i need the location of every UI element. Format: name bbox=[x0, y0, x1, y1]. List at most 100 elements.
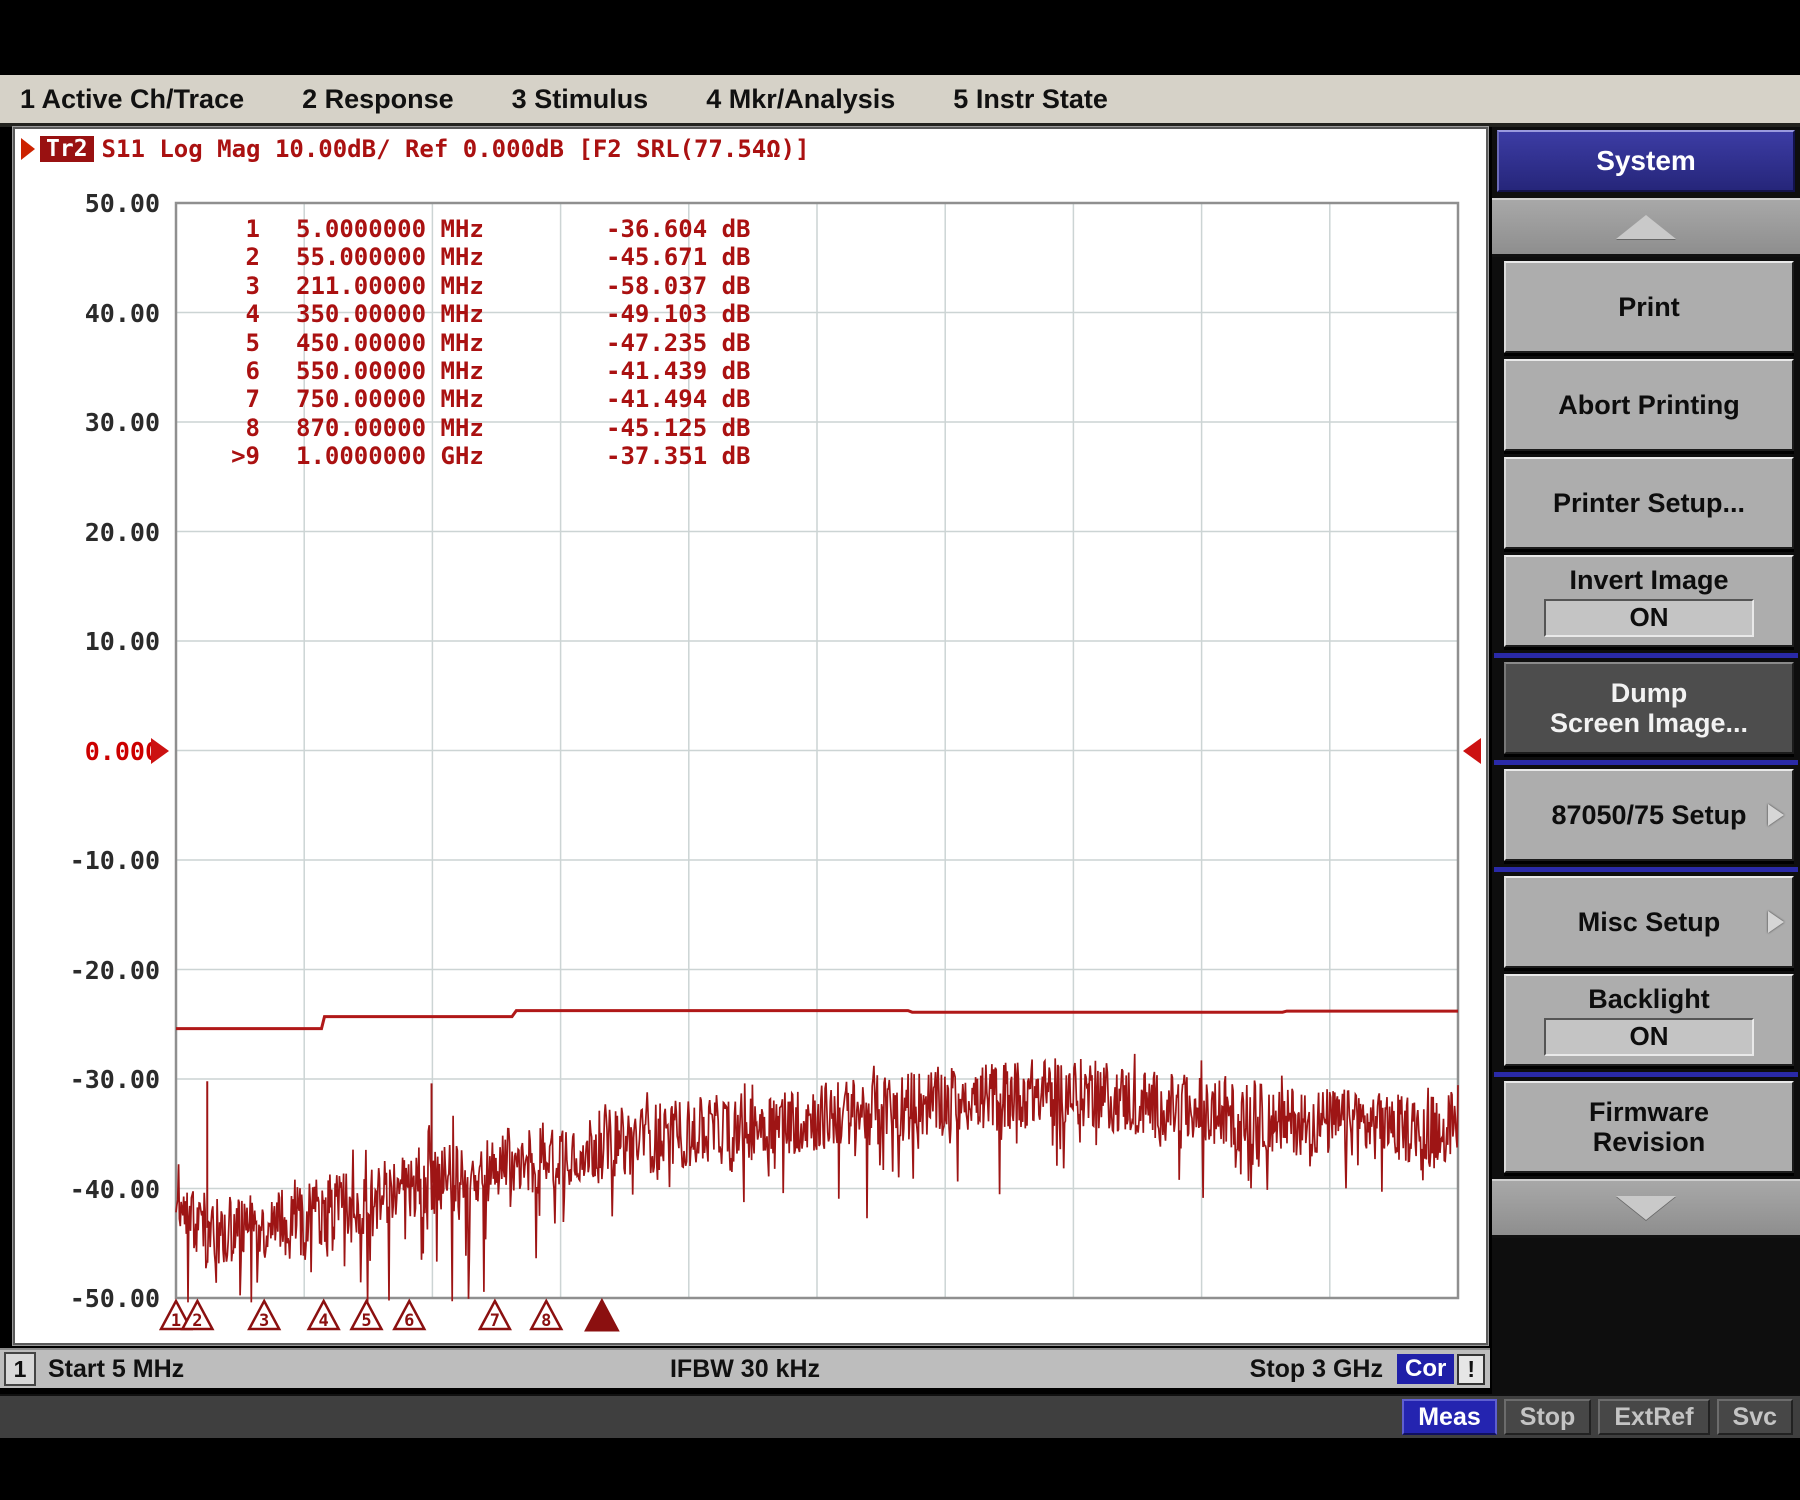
svg-text:7: 7 bbox=[490, 1311, 500, 1331]
marker-frequency: 1.0000000 GHz bbox=[296, 442, 606, 470]
status-badge-svc: Svc bbox=[1717, 1399, 1793, 1435]
marker-frequency: 870.00000 MHz bbox=[296, 414, 606, 442]
marker-number: >9 bbox=[200, 442, 260, 470]
marker-number: 1 bbox=[200, 215, 260, 243]
menubar-item-5-instr-state[interactable]: 5 Instr State bbox=[953, 84, 1108, 115]
marker-frequency: 55.000000 MHz bbox=[296, 243, 606, 271]
warning-badge: ! bbox=[1457, 1354, 1485, 1385]
softkey-label: 87050/75 Setup bbox=[1551, 800, 1746, 830]
marker-number: 5 bbox=[200, 329, 260, 357]
marker-row: 5 450.00000 MHz-47.235 dB bbox=[200, 329, 751, 357]
status-badge-extref: ExtRef bbox=[1598, 1399, 1709, 1435]
softkey-label: Invert Image bbox=[1569, 565, 1728, 595]
y-axis-label-10-00: 10.00 bbox=[20, 627, 160, 656]
submenu-arrow-icon bbox=[1768, 911, 1784, 933]
y-axis-label-20-00: 20.00 bbox=[20, 518, 160, 547]
status-badge-meas: Meas bbox=[1402, 1399, 1497, 1435]
y-axis-label-10-00: -10.00 bbox=[20, 846, 160, 875]
correction-status-badge: Cor bbox=[1397, 1354, 1454, 1384]
softkey-label: Dump bbox=[1611, 678, 1688, 708]
blue-separator bbox=[1494, 867, 1798, 872]
scroll-down-button[interactable] bbox=[1492, 1179, 1800, 1238]
marker-row: 3 211.00000 MHz-58.037 dB bbox=[200, 272, 751, 300]
softkey-abort-printing[interactable]: Abort Printing bbox=[1504, 359, 1794, 451]
svg-text:2: 2 bbox=[192, 1311, 202, 1331]
marker-frequency: 350.00000 MHz bbox=[296, 300, 606, 328]
marker-frequency: 5.0000000 MHz bbox=[296, 215, 606, 243]
y-axis-label-30-00: -30.00 bbox=[20, 1065, 160, 1094]
instrument-screen: 1 Active Ch/Trace 2 Response 3 Stimulus 4 M… bbox=[0, 0, 1800, 1500]
measurement-window: Tr2 S11 Log Mag 10.00dB/ Ref 0.000dB [F2… bbox=[13, 127, 1488, 1345]
marker-frequency: 211.00000 MHz bbox=[296, 272, 606, 300]
marker-value: -45.671 dB bbox=[606, 243, 751, 271]
menubar-item-3-stimulus[interactable]: 3 Stimulus bbox=[512, 84, 649, 115]
softkey-label: Misc Setup bbox=[1578, 907, 1721, 937]
softkey-firmware-revision[interactable]: FirmwareRevision bbox=[1504, 1081, 1794, 1173]
menubar-item-4-mkr-analysis[interactable]: 4 Mkr/Analysis bbox=[706, 84, 895, 115]
marker-row: 4350.00000 MHz-49.103 dB bbox=[200, 300, 751, 328]
submenu-arrow-icon bbox=[1768, 804, 1784, 826]
marker-value: -37.351 dB bbox=[606, 442, 751, 470]
marker-row: 8 870.00000 MHz-45.125 dB bbox=[200, 414, 751, 442]
arrow-down-icon bbox=[1616, 1196, 1676, 1220]
trace-badge[interactable]: Tr2 bbox=[40, 136, 94, 162]
svg-text:1: 1 bbox=[171, 1311, 181, 1331]
y-axis-label-20-00: -20.00 bbox=[20, 956, 160, 985]
marker-value: -45.125 dB bbox=[606, 414, 751, 442]
marker-row: 1 5.0000000 MHz-36.604 dB bbox=[200, 215, 751, 243]
active-trace-arrow-icon bbox=[21, 138, 35, 160]
softkey-panel: System Print Abort Printing Printer Setup.… bbox=[1492, 127, 1800, 1394]
softkey-87050-75-setup[interactable]: 87050/75 Setup bbox=[1504, 769, 1794, 861]
y-axis-label-40-00: -40.00 bbox=[20, 1175, 160, 1204]
blue-separator bbox=[1494, 653, 1798, 658]
softkey-state-invert-image: ON bbox=[1544, 599, 1754, 637]
marker-value: -41.439 dB bbox=[606, 357, 751, 385]
svg-text:8: 8 bbox=[541, 1311, 551, 1331]
marker-number: 7 bbox=[200, 385, 260, 413]
marker-value: -36.604 dB bbox=[606, 215, 751, 243]
trace-header-text: S11 Log Mag 10.00dB/ Ref 0.000dB [F2 SRL… bbox=[102, 135, 810, 163]
marker-number: 8 bbox=[200, 414, 260, 442]
softkey-backlight[interactable]: BacklightON bbox=[1504, 974, 1794, 1066]
scroll-up-button[interactable] bbox=[1492, 198, 1800, 257]
y-axis-label-30-00: 30.00 bbox=[20, 408, 160, 437]
blue-separator bbox=[1494, 760, 1798, 765]
y-axis-label-50-00: -50.00 bbox=[20, 1284, 160, 1313]
softkey-menu-title: System bbox=[1497, 130, 1795, 192]
svg-text:5: 5 bbox=[361, 1311, 371, 1331]
stop-frequency-label: Stop 3 GHz bbox=[1250, 1355, 1383, 1384]
softkey-invert-image[interactable]: Invert Image ON bbox=[1504, 555, 1794, 647]
softkey-label: Abort Printing bbox=[1558, 390, 1739, 420]
softkey-misc-setup[interactable]: Misc Setup bbox=[1504, 876, 1794, 968]
marker-number: 3 bbox=[200, 272, 260, 300]
y-axis-label-50-00: 50.00 bbox=[20, 189, 160, 218]
svg-text:3: 3 bbox=[259, 1311, 269, 1331]
ref-level-arrow-right-icon bbox=[1463, 738, 1481, 764]
ref-level-arrow-left-icon bbox=[151, 738, 169, 764]
marker-frequency: 450.00000 MHz bbox=[296, 329, 606, 357]
status-bar: 1 Start 5 MHz IFBW 30 kHz Stop 3 GHz Cor… bbox=[0, 1348, 1490, 1388]
softkey-dump-screen-image[interactable]: DumpScreen Image... bbox=[1504, 662, 1794, 754]
softkey-label: Printer Setup... bbox=[1553, 488, 1745, 518]
softkey-print[interactable]: Print bbox=[1504, 261, 1794, 353]
status-badge-stop: Stop bbox=[1504, 1399, 1592, 1435]
marker-table: 15.0000000 MHz-36.604 dB255.000000 MHz-4… bbox=[200, 215, 751, 471]
blue-separator bbox=[1494, 1072, 1798, 1077]
softkey-label: Print bbox=[1618, 292, 1680, 322]
arrow-up-icon bbox=[1616, 215, 1676, 239]
menubar-item-2-response[interactable]: 2 Response bbox=[302, 84, 454, 115]
marker-value: -47.235 dB bbox=[606, 329, 751, 357]
softkey-label-line2: Revision bbox=[1593, 1127, 1706, 1157]
marker-value: -49.103 dB bbox=[606, 300, 751, 328]
marker-number: 6 bbox=[200, 357, 260, 385]
menubar-item-1-active-ch-trace[interactable]: 1 Active Ch/Trace bbox=[20, 84, 244, 115]
marker-number: 2 bbox=[200, 243, 260, 271]
instrument-status-strip: MeasStopExtRefSvc bbox=[0, 1394, 1800, 1438]
y-axis-label-0-000: 0.000 bbox=[20, 737, 160, 766]
svg-text:6: 6 bbox=[404, 1311, 414, 1331]
marker-value: -58.037 dB bbox=[606, 272, 751, 300]
softkey-printer-setup[interactable]: Printer Setup... bbox=[1504, 457, 1794, 549]
marker-row: 2 55.000000 MHz-45.671 dB bbox=[200, 243, 751, 271]
marker-value: -41.494 dB bbox=[606, 385, 751, 413]
trace-header: Tr2 S11 Log Mag 10.00dB/ Ref 0.000dB [F2… bbox=[21, 135, 810, 163]
